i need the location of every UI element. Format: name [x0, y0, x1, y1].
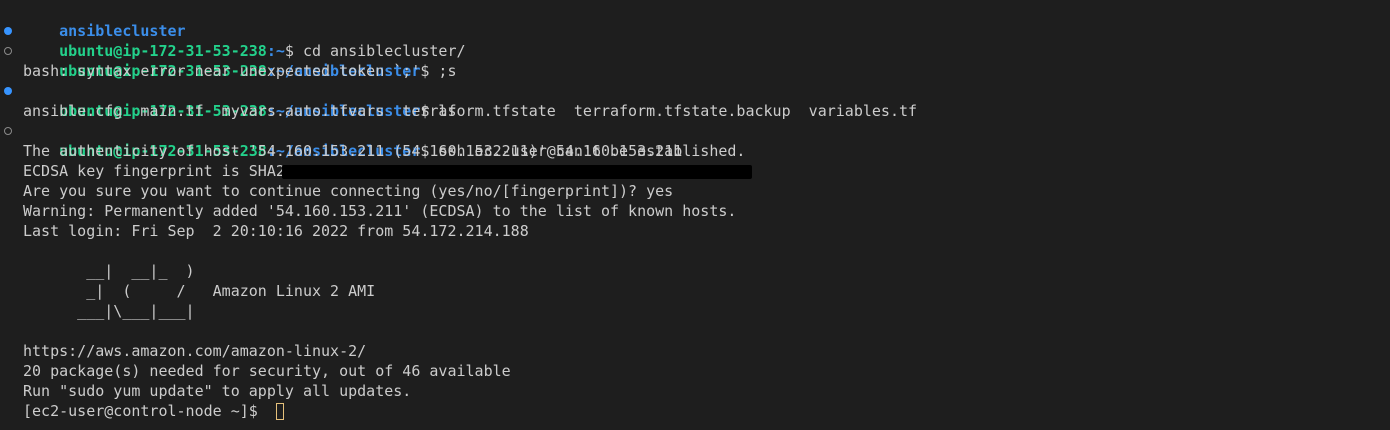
- output-line: The authenticity of host '54.160.153.211…: [23, 142, 746, 160]
- output-line: ansible.cfg main.tf myvars.auto.tfvars t…: [23, 102, 918, 120]
- command-line: ubuntu@ip-172-31-53-238:~/ansiblecluster…: [0, 41, 1390, 80]
- command-running-icon[interactable]: [4, 127, 12, 135]
- redaction-block: [281, 164, 752, 179]
- output-line: Last login: Fri Sep 2 20:10:16 2022 from…: [23, 222, 529, 240]
- command-error-icon[interactable]: [4, 47, 12, 55]
- remote-prompt: [ec2-user@control-node ~]$: [23, 402, 267, 420]
- output-line: ansiblecluster: [0, 1, 1390, 40]
- terminal-cursor[interactable]: [275, 403, 284, 420]
- command-line: ubuntu@ip-172-31-53-238:~$ cd ansibleclu…: [0, 21, 1390, 60]
- fingerprint-label: ECDSA key fingerprint is SHA2: [23, 162, 285, 180]
- banner-line: ___|\___|___|: [23, 302, 195, 320]
- output-line: Warning: Permanently added '54.160.153.2…: [23, 202, 737, 220]
- command-success-icon[interactable]: [4, 87, 12, 95]
- command-success-icon[interactable]: [4, 27, 12, 35]
- command-line: ubuntu@ip-172-31-53-238:~/ansiblecluster…: [0, 121, 1390, 160]
- output-line: https://aws.amazon.com/amazon-linux-2/: [23, 342, 367, 360]
- output-line: Run "sudo yum update" to apply all updat…: [23, 382, 412, 400]
- terminal-panel[interactable]: ansiblecluster ubuntu@ip-172-31-53-238:~…: [0, 0, 1390, 430]
- banner-line: _| ( / Amazon Linux 2 AMI: [23, 282, 376, 300]
- output-line: Are you sure you want to continue connec…: [23, 182, 674, 200]
- active-prompt-line[interactable]: [ec2-user@control-node ~]$: [0, 401, 1390, 421]
- output-line: ECDSA key fingerprint is SHA2: [0, 161, 1390, 181]
- output-line: bash: syntax error near unexpected token…: [23, 62, 421, 80]
- command-line: ubuntu@ip-172-31-53-238:~/ansiblecluster…: [0, 81, 1390, 120]
- output-line: 20 package(s) needed for security, out o…: [23, 362, 511, 380]
- banner-line: __| __|_ ): [23, 262, 195, 280]
